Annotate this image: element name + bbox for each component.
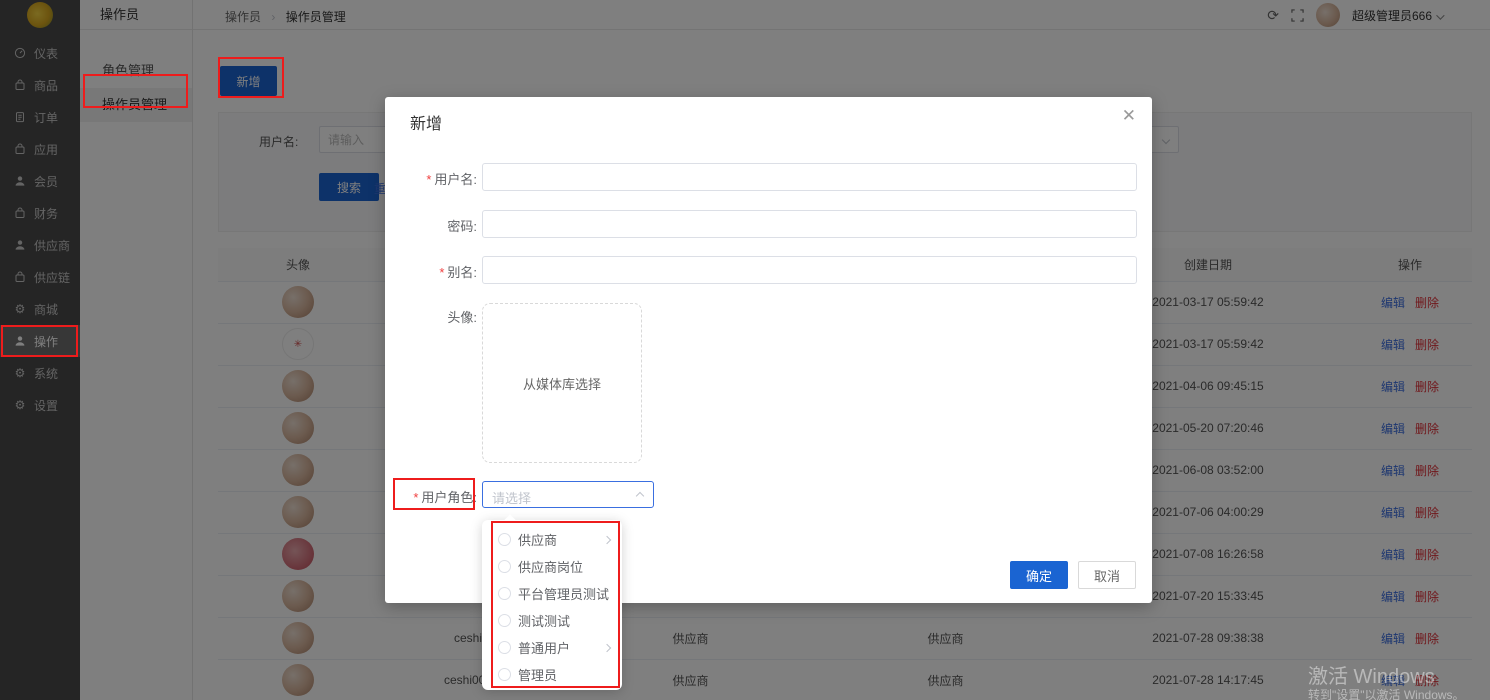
role-option-label: 供应商 xyxy=(518,530,557,549)
app-root: 仪表商品订单应用会员财务供应商供应链⚙商城操作⚙系统⚙设置 操作员 角色管理操作… xyxy=(0,0,1490,700)
chevron-up-icon xyxy=(636,492,644,500)
radio-icon[interactable] xyxy=(498,641,511,654)
alias-field[interactable] xyxy=(482,256,1137,284)
radio-icon[interactable] xyxy=(498,587,511,600)
modal-title: 新增 xyxy=(410,110,442,134)
password-label: 密码: xyxy=(385,216,477,235)
role-option-管理员[interactable]: 管理员 xyxy=(482,661,622,688)
close-icon[interactable]: ✕ xyxy=(1122,107,1136,124)
avatar-label: 头像: xyxy=(385,307,477,326)
role-option-label: 测试测试 xyxy=(518,611,570,630)
radio-icon[interactable] xyxy=(498,668,511,681)
radio-icon[interactable] xyxy=(498,614,511,627)
chevron-right-icon xyxy=(603,644,611,652)
role-option-label: 普通用户 xyxy=(518,638,570,657)
role-option-平台管理员测试[interactable]: 平台管理员测试 xyxy=(482,580,622,607)
role-option-供应商[interactable]: 供应商 xyxy=(482,526,622,553)
radio-icon[interactable] xyxy=(498,533,511,546)
radio-icon[interactable] xyxy=(498,560,511,573)
role-option-label: 管理员 xyxy=(518,665,557,684)
alias-label: *别名: xyxy=(385,262,477,281)
chevron-right-icon xyxy=(603,536,611,544)
password-field[interactable] xyxy=(482,210,1137,238)
role-option-测试测试[interactable]: 测试测试 xyxy=(482,607,622,634)
role-option-label: 供应商岗位 xyxy=(518,557,583,576)
role-option-普通用户[interactable]: 普通用户 xyxy=(482,634,622,661)
confirm-button[interactable]: 确定 xyxy=(1010,561,1068,589)
role-dropdown: 供应商供应商岗位平台管理员测试测试测试普通用户管理员 xyxy=(482,520,622,690)
media-library-upload-box[interactable]: 从媒体库选择 xyxy=(482,303,642,463)
username-label: *用户名: xyxy=(385,169,477,188)
role-option-label: 平台管理员测试 xyxy=(518,584,609,603)
cancel-button[interactable]: 取消 xyxy=(1078,561,1136,589)
user-role-label: *用户角色: xyxy=(385,487,477,506)
role-option-供应商岗位[interactable]: 供应商岗位 xyxy=(482,553,622,580)
user-role-select[interactable]: 请选择 xyxy=(482,481,654,508)
username-field[interactable] xyxy=(482,163,1137,191)
